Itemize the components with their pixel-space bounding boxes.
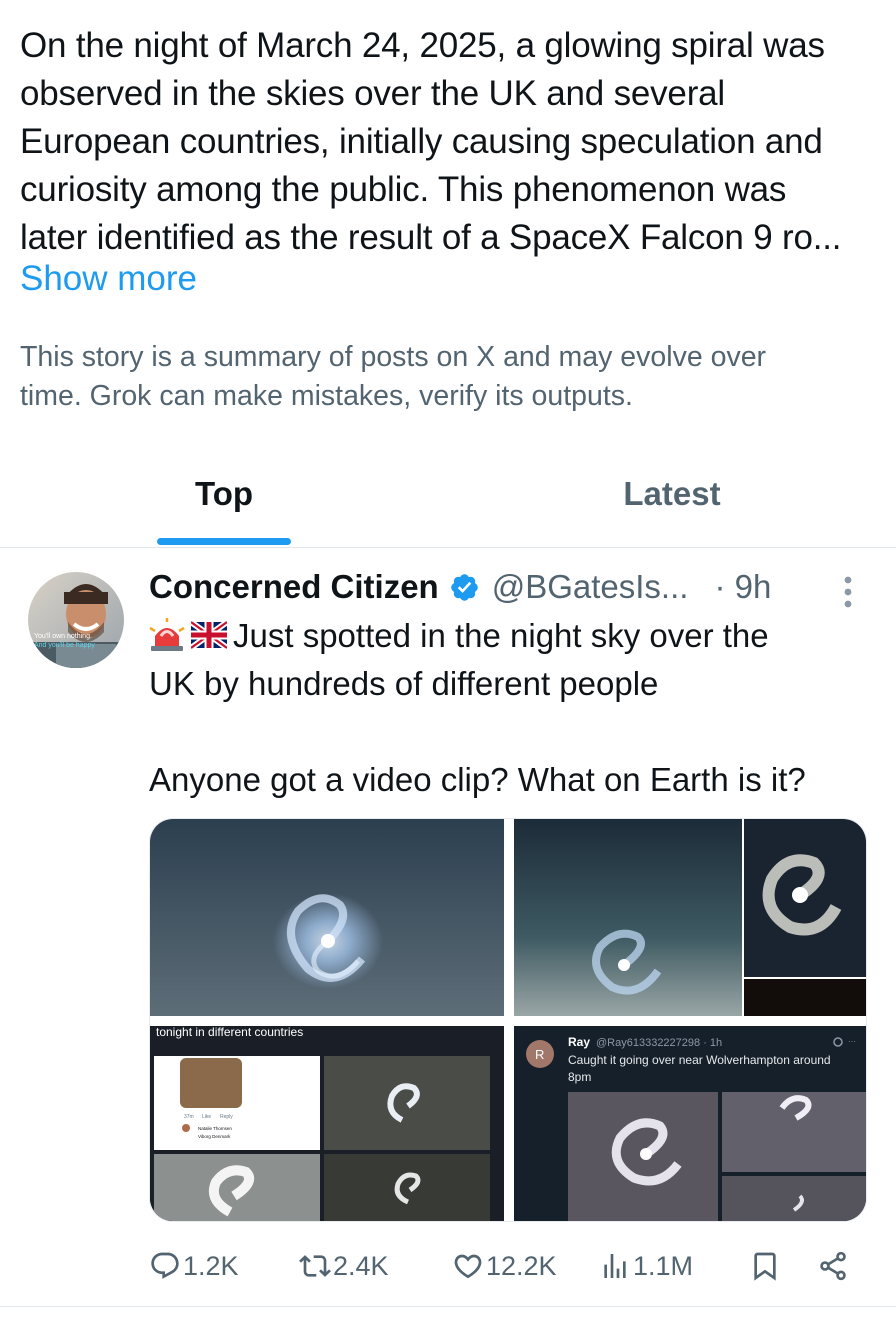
collage-caption: tonight in different countries bbox=[156, 1026, 303, 1039]
reply-screenshot-4: R Ray @Ray613332227298 · 1h Caught it go… bbox=[514, 1026, 866, 1221]
media-image-3[interactable]: tonight in different countries 37m Like … bbox=[150, 1026, 504, 1221]
verified-badge-icon bbox=[450, 573, 478, 601]
author-handle[interactable]: @BGatesIs... bbox=[492, 568, 689, 606]
reply-count: 1.2K bbox=[183, 1250, 239, 1281]
tab-top-label: Top bbox=[194, 475, 254, 512]
collage-photo-3: tonight in different countries 37m Like … bbox=[150, 1026, 504, 1221]
repost-button[interactable]: 2.4K bbox=[299, 1240, 389, 1292]
post-time[interactable]: · 9h bbox=[714, 568, 771, 606]
post-text-line: UK by hundreds of different people bbox=[149, 665, 659, 702]
post-action-bar: 1.2K 2.4K 12.2K 1.1M bbox=[149, 1240, 869, 1292]
avatar-caption-2: And you'll be happy bbox=[34, 642, 95, 649]
media-image-2[interactable] bbox=[514, 819, 866, 1016]
spiral-photo-1 bbox=[150, 819, 504, 1016]
active-tab-indicator bbox=[157, 538, 291, 545]
reply-button[interactable]: 1.2K bbox=[149, 1240, 239, 1292]
reply-icon bbox=[151, 1252, 179, 1279]
comment-reply: Reply bbox=[220, 1114, 233, 1120]
repost-icon bbox=[299, 1255, 331, 1277]
post-header: Concerned Citizen @BGatesIs... · 9h bbox=[149, 565, 771, 609]
views-button[interactable]: 1.1M bbox=[599, 1240, 693, 1292]
like-button[interactable]: 12.2K bbox=[452, 1240, 557, 1292]
post-text-segment: Just spotted in the night sky over the bbox=[233, 617, 769, 654]
tab-top[interactable]: Top bbox=[0, 452, 448, 548]
avatar-image: You'll own nothing. And you'll be happy bbox=[28, 572, 124, 668]
summary-line: On the night of March 24, 2025, a glowin… bbox=[20, 26, 825, 65]
disclaimer-line: This story is a summary of posts on X an… bbox=[20, 341, 767, 373]
comment-name: Natalie Thomsen bbox=[198, 1126, 232, 1131]
spiral-photo-2 bbox=[514, 819, 866, 1016]
summary-line: European countries, initially causing sp… bbox=[20, 122, 823, 161]
summary-line: later identified as the result of a Spac… bbox=[20, 218, 842, 257]
siren-emoji bbox=[149, 618, 185, 651]
summary-line: observed in the skies over the UK and se… bbox=[20, 74, 725, 113]
show-more-link[interactable]: Show more bbox=[20, 256, 197, 302]
avatar[interactable]: You'll own nothing. And you'll be happy bbox=[28, 572, 124, 668]
reply-name: Ray bbox=[568, 1035, 590, 1049]
reply-text-line-2: 8pm bbox=[568, 1070, 591, 1084]
uk-flag-emoji bbox=[191, 619, 227, 651]
tab-latest[interactable]: Latest bbox=[448, 452, 896, 548]
repost-count: 2.4K bbox=[333, 1250, 389, 1281]
share-icon bbox=[820, 1251, 846, 1281]
bookmark-button[interactable] bbox=[749, 1240, 781, 1292]
reply-avatar-letter: R bbox=[535, 1047, 544, 1062]
reply-text-line-1: Caught it going over near Wolverhampton … bbox=[568, 1053, 831, 1067]
share-button[interactable] bbox=[817, 1240, 849, 1292]
post-text: Just spotted in the night sky over the U… bbox=[149, 612, 879, 804]
svg-text:···: ··· bbox=[848, 1037, 856, 1046]
views-count: 1.1M bbox=[633, 1250, 694, 1281]
media-image-4[interactable]: R Ray @Ray613332227298 · 1h Caught it go… bbox=[514, 1026, 866, 1221]
heart-icon bbox=[454, 1254, 482, 1279]
bookmark-icon bbox=[754, 1252, 776, 1281]
svg-text:37m: 37m bbox=[184, 1114, 194, 1120]
post-divider bbox=[0, 1306, 896, 1307]
media-image-1[interactable] bbox=[150, 819, 504, 1016]
views-chart-icon bbox=[604, 1254, 626, 1278]
post-text-line: Anyone got a video clip? What on Earth i… bbox=[149, 761, 806, 798]
comment-location: Viborg Denmark bbox=[198, 1134, 231, 1139]
tab-bar: Top Latest bbox=[0, 452, 896, 548]
like-count: 12.2K bbox=[486, 1250, 557, 1281]
post-media-grid: tonight in different countries 37m Like … bbox=[149, 818, 867, 1222]
reply-handle-time: @Ray613332227298 · 1h bbox=[596, 1037, 722, 1049]
disclaimer-line: time. Grok can make mistakes, verify its… bbox=[20, 380, 633, 412]
avatar-caption-1: You'll own nothing. bbox=[34, 633, 92, 640]
post-text-line: Just spotted in the night sky over the bbox=[149, 612, 879, 660]
tab-latest-label: Latest bbox=[623, 475, 721, 512]
post-text-blank-line bbox=[149, 708, 879, 756]
more-options-icon[interactable] bbox=[840, 575, 856, 609]
story-summary: On the night of March 24, 2025, a glowin… bbox=[20, 22, 880, 262]
author-name[interactable]: Concerned Citizen bbox=[149, 568, 439, 606]
grok-disclaimer: This story is a summary of posts on X an… bbox=[20, 338, 880, 416]
summary-line: curiosity among the public. This phenome… bbox=[20, 170, 787, 209]
comment-like: Like bbox=[202, 1114, 211, 1120]
